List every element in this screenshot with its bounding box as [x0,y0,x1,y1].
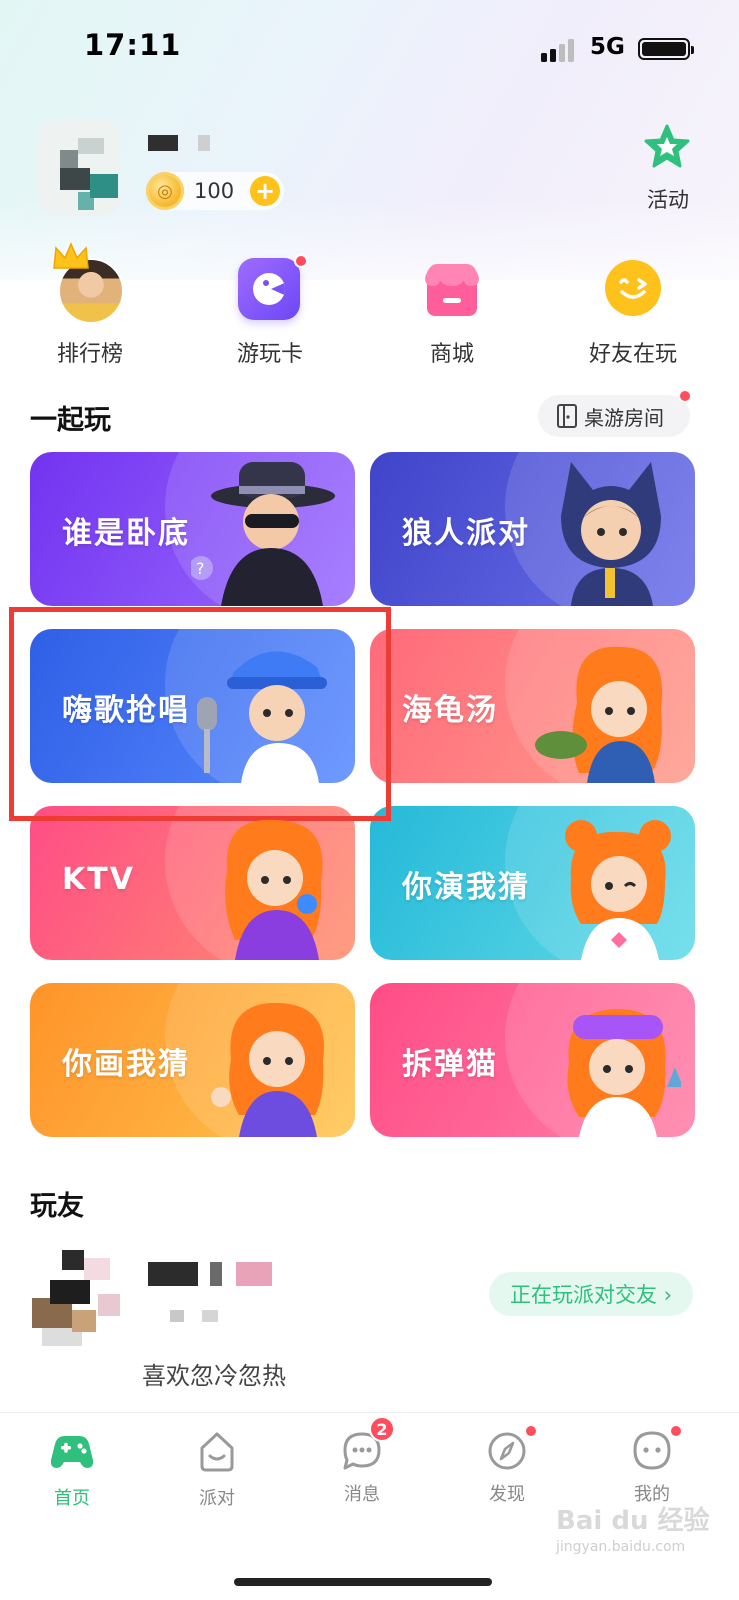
explorer-girl-character-image [567,1009,681,1137]
game-title: 狼人派对 [402,516,530,551]
section-title-buddies: 玩友 [30,1191,84,1222]
tab-mine[interactable]: 我的 [602,1424,702,1506]
unread-badge: 2 [369,1416,395,1442]
user-avatar[interactable] [38,120,120,216]
game-card-draw-guess[interactable]: 你画我猜 [30,983,355,1137]
game-card-undercover[interactable]: 谁是卧底 ? [30,452,355,606]
tab-label: 首页 [54,1488,90,1509]
board-game-room-label: 桌游房间 [584,405,664,430]
status-time: 17:11 [84,28,182,62]
singer-character-image [197,651,327,783]
home-indicator[interactable] [234,1578,492,1586]
user-name-redacted [148,135,218,151]
playing-party-button[interactable]: 正在玩派对交友 › [489,1272,693,1316]
werewolf-character-image [561,462,661,606]
quick-label-ranking: 排行榜 [56,342,123,367]
quick-item-friends-playing[interactable]: 好友在玩 [563,258,703,368]
game-title: 嗨歌抢唱 [62,693,190,728]
game-card-icon [238,254,308,322]
game-title: 海龟汤 [402,693,498,728]
buddy-name-redacted [148,1262,278,1288]
quick-label-friends-playing: 好友在玩 [588,342,677,367]
profile-face-icon [633,1431,671,1470]
tab-label: 发现 [489,1484,525,1505]
spy-character-image: ? [191,462,335,606]
baidu-watermark: Bai du 经验 jingyan.baidu.com [556,1506,710,1555]
quick-item-shop[interactable]: 商城 [382,258,522,368]
tab-label: 派对 [199,1488,235,1509]
buddy-avatar[interactable] [32,1250,124,1346]
board-game-room-button[interactable]: 桌游房间 [538,389,692,437]
painter-girl-character-image [211,1002,325,1137]
section-title-play: 一起玩 [30,405,111,436]
compass-icon [488,1432,526,1470]
notification-dot [678,389,692,403]
battery-icon [638,38,694,60]
quick-item-ranking[interactable]: 排行榜 [20,242,160,368]
star-badge-icon[interactable] [644,124,690,170]
party-house-icon [200,1432,234,1472]
notification-dot [294,254,308,268]
game-card-turtle-soup[interactable]: 海龟汤 [370,629,695,783]
game-title: 谁是卧底 [62,516,190,551]
charades-girl-character-image [565,820,671,960]
tab-home[interactable]: 首页 [22,1428,122,1510]
gamepad-icon [50,1436,94,1468]
ktv-girl-character-image [225,819,323,960]
shop-icon [420,258,484,322]
game-title: 拆弹猫 [402,1047,498,1082]
notification-dot [524,1424,538,1438]
signal-icon [541,38,577,62]
activity-label[interactable]: 活动 [632,184,704,214]
quick-label-shop: 商城 [429,342,474,367]
smiley-icon [601,258,665,322]
girl-turtle-character-image [535,646,663,783]
game-card-charades[interactable]: 你演我猜 [370,806,695,960]
add-coins-button[interactable]: + [250,176,280,206]
svg-text:?: ? [196,559,205,578]
coin-balance[interactable]: ◎ 100 + [146,172,284,210]
game-card-werewolf[interactable]: 狼人派对 [370,452,695,606]
game-title: 你演我猜 [402,870,530,905]
buddy-info-redacted [170,1310,230,1322]
game-card-bomb-cat[interactable]: 拆弹猫 [370,983,695,1137]
quick-item-game-card[interactable]: 游玩卡 [200,254,340,368]
crown-avatar-icon [53,242,124,324]
buddy-status-text: 喜欢忽冷忽热 [142,1362,286,1390]
notification-dot [669,1424,683,1438]
game-title: 你画我猜 [62,1047,190,1082]
network-type: 5G [590,34,625,60]
game-title: KTV [62,862,135,897]
coin-value: 100 [194,179,235,203]
coin-icon: ◎ [146,172,184,210]
tab-messages[interactable]: 2 消息 [312,1416,412,1506]
quick-label-game-card: 游玩卡 [236,342,303,367]
tab-party[interactable]: 派对 [167,1428,267,1510]
tab-label: 消息 [344,1484,380,1505]
door-icon [557,404,577,428]
tab-discover[interactable]: 发现 [457,1424,557,1506]
game-card-ktv[interactable]: KTV [30,806,355,960]
